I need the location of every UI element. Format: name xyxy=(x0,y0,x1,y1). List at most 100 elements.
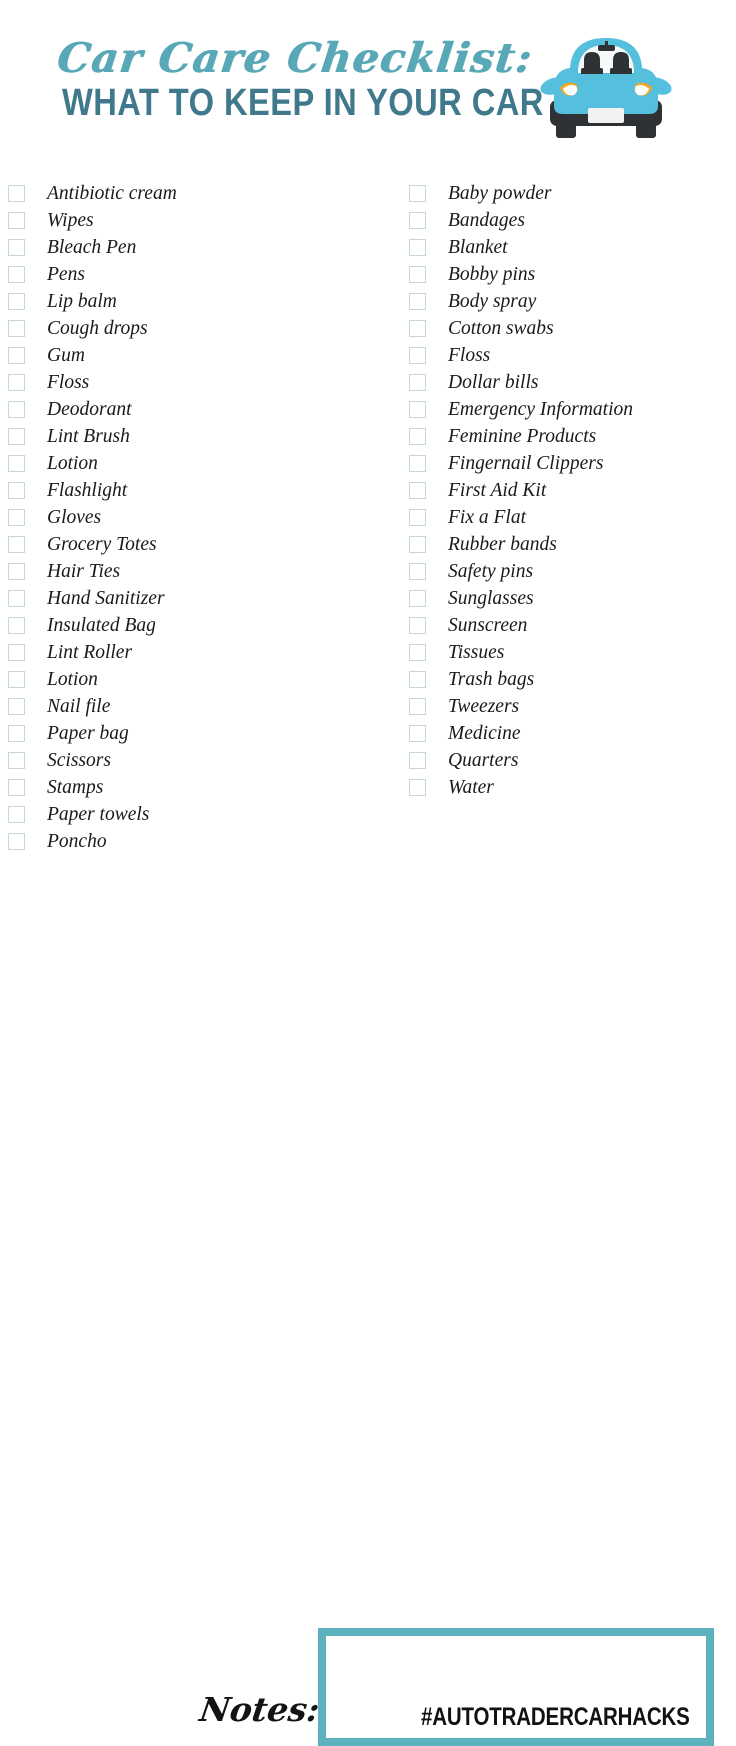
checklist-item[interactable]: Quarters xyxy=(409,747,729,774)
checklist-item[interactable]: Blanket xyxy=(409,234,729,261)
checklist-item[interactable]: Dollar bills xyxy=(409,369,729,396)
checklist-item-checkbox[interactable] xyxy=(8,644,25,661)
checklist-item-checkbox[interactable] xyxy=(409,779,426,796)
checklist-item[interactable]: Hair Ties xyxy=(8,558,388,585)
checklist-item[interactable]: Floss xyxy=(8,369,388,396)
checklist-item-checkbox[interactable] xyxy=(409,401,426,418)
checklist-item-checkbox[interactable] xyxy=(409,698,426,715)
checklist-item-checkbox[interactable] xyxy=(8,509,25,526)
checklist-item[interactable]: Antibiotic cream xyxy=(8,180,388,207)
checklist-item[interactable]: Water xyxy=(409,774,729,801)
checklist-item-checkbox[interactable] xyxy=(8,239,25,256)
checklist-item[interactable]: Body spray xyxy=(409,288,729,315)
checklist-item-checkbox[interactable] xyxy=(409,239,426,256)
checklist-item-checkbox[interactable] xyxy=(8,725,25,742)
checklist-item-checkbox[interactable] xyxy=(8,671,25,688)
notes-input-box[interactable]: #AUTOTRADERCARHACKS xyxy=(318,1628,714,1746)
checklist-item-checkbox[interactable] xyxy=(8,536,25,553)
checklist-item-checkbox[interactable] xyxy=(8,563,25,580)
checklist-item-checkbox[interactable] xyxy=(8,347,25,364)
checklist-item[interactable]: Flashlight xyxy=(8,477,388,504)
page-title-subtitle: WHAT TO KEEP IN YOUR CAR xyxy=(62,82,544,124)
checklist-item-checkbox[interactable] xyxy=(8,698,25,715)
checklist-item-checkbox[interactable] xyxy=(8,590,25,607)
checklist-item-checkbox[interactable] xyxy=(409,725,426,742)
checklist-item[interactable]: Lotion xyxy=(8,666,388,693)
checklist-item[interactable]: Fix a Flat xyxy=(409,504,729,531)
checklist-item[interactable]: Cough drops xyxy=(8,315,388,342)
checklist-item-checkbox[interactable] xyxy=(409,509,426,526)
checklist-item-checkbox[interactable] xyxy=(409,644,426,661)
checklist-item[interactable]: Safety pins xyxy=(409,558,729,585)
checklist-item-checkbox[interactable] xyxy=(8,617,25,634)
checklist-item-checkbox[interactable] xyxy=(8,482,25,499)
checklist-item-checkbox[interactable] xyxy=(8,266,25,283)
checklist-item-checkbox[interactable] xyxy=(409,212,426,229)
checklist-item-checkbox[interactable] xyxy=(8,428,25,445)
checklist-item[interactable]: Nail file xyxy=(8,693,388,720)
checklist-item[interactable]: Pens xyxy=(8,261,388,288)
checklist-item-label: Cough drops xyxy=(47,318,148,339)
checklist-item-label: Stamps xyxy=(47,777,104,798)
checklist-item-checkbox[interactable] xyxy=(409,563,426,580)
checklist-item[interactable]: Fingernail Clippers xyxy=(409,450,729,477)
checklist-item-checkbox[interactable] xyxy=(8,401,25,418)
checklist-item-checkbox[interactable] xyxy=(409,347,426,364)
checklist-item[interactable]: Sunscreen xyxy=(409,612,729,639)
checklist-item[interactable]: Bobby pins xyxy=(409,261,729,288)
checklist-item[interactable]: Trash bags xyxy=(409,666,729,693)
checklist-item-checkbox[interactable] xyxy=(409,320,426,337)
checklist-item-checkbox[interactable] xyxy=(8,455,25,472)
checklist-item-checkbox[interactable] xyxy=(8,212,25,229)
checklist-item[interactable]: Scissors xyxy=(8,747,388,774)
checklist-item-label: Floss xyxy=(448,345,491,366)
checklist-item-checkbox[interactable] xyxy=(409,185,426,202)
checklist-item[interactable]: First Aid Kit xyxy=(409,477,729,504)
checklist-item[interactable]: Baby powder xyxy=(409,180,729,207)
checklist-item[interactable]: Medicine xyxy=(409,720,729,747)
checklist-item[interactable]: Lint Brush xyxy=(8,423,388,450)
checklist-item[interactable]: Paper bag xyxy=(8,720,388,747)
checklist-item-checkbox[interactable] xyxy=(409,293,426,310)
checklist-item-label: Fingernail Clippers xyxy=(448,453,604,474)
checklist: Antibiotic cream Wipes Bleach Pen Pens Lip b… xyxy=(0,180,736,852)
checklist-item[interactable]: Sunglasses xyxy=(409,585,729,612)
checklist-item-checkbox[interactable] xyxy=(8,293,25,310)
checklist-item-checkbox[interactable] xyxy=(8,779,25,796)
checklist-item[interactable]: Grocery Totes xyxy=(8,531,388,558)
checklist-item[interactable]: Floss xyxy=(409,342,729,369)
checklist-item-checkbox[interactable] xyxy=(409,428,426,445)
checklist-item-checkbox[interactable] xyxy=(409,752,426,769)
checklist-item-checkbox[interactable] xyxy=(409,266,426,283)
checklist-item[interactable]: Cotton swabs xyxy=(409,315,729,342)
checklist-item-checkbox[interactable] xyxy=(409,671,426,688)
checklist-item[interactable]: Tissues xyxy=(409,639,729,666)
checklist-item[interactable]: Lip balm xyxy=(8,288,388,315)
checklist-item[interactable]: Emergency Information xyxy=(409,396,729,423)
checklist-item[interactable]: Lotion xyxy=(8,450,388,477)
checklist-item-checkbox[interactable] xyxy=(409,590,426,607)
checklist-item[interactable]: Bleach Pen xyxy=(8,234,388,261)
checklist-item[interactable]: Feminine Products xyxy=(409,423,729,450)
checklist-item[interactable]: Tweezers xyxy=(409,693,729,720)
checklist-item[interactable]: Stamps xyxy=(8,774,388,801)
checklist-item[interactable]: Deodorant xyxy=(8,396,388,423)
checklist-item-checkbox[interactable] xyxy=(409,617,426,634)
checklist-item-checkbox[interactable] xyxy=(8,374,25,391)
checklist-item[interactable]: Gum xyxy=(8,342,388,369)
checklist-item-checkbox[interactable] xyxy=(409,374,426,391)
checklist-item-checkbox[interactable] xyxy=(409,482,426,499)
checklist-item[interactable]: Gloves xyxy=(8,504,388,531)
checklist-item-checkbox[interactable] xyxy=(8,752,25,769)
checklist-item[interactable]: Hand Sanitizer xyxy=(8,585,388,612)
checklist-item[interactable]: Bandages xyxy=(409,207,729,234)
checklist-item-checkbox[interactable] xyxy=(8,185,25,202)
checklist-item-checkbox[interactable] xyxy=(8,320,25,337)
checklist-item-checkbox[interactable] xyxy=(409,455,426,472)
page-title-script: Car Care Checklist: xyxy=(55,34,536,82)
checklist-item-checkbox[interactable] xyxy=(409,536,426,553)
checklist-item[interactable]: Wipes xyxy=(8,207,388,234)
checklist-item[interactable]: Rubber bands xyxy=(409,531,729,558)
checklist-item[interactable]: Lint Roller xyxy=(8,639,388,666)
checklist-item[interactable]: Insulated Bag xyxy=(8,612,388,639)
